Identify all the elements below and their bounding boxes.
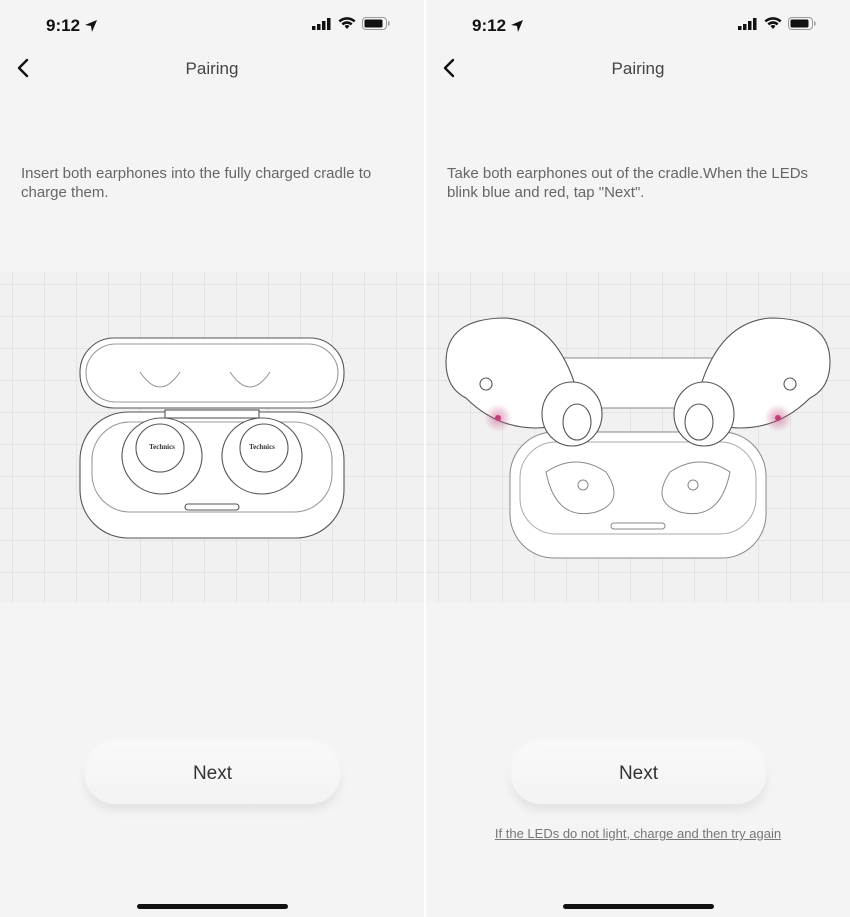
location-arrow-icon <box>511 20 524 32</box>
page-title: Pairing <box>185 59 239 78</box>
brand-label-left: Technics <box>149 443 175 451</box>
led-right <box>775 415 781 421</box>
status-icons <box>738 17 816 30</box>
next-button[interactable]: Next <box>511 744 766 804</box>
instruction-text: Insert both earphones into the fully cha… <box>21 165 372 201</box>
pairing-screen-step-1: 9:12 Pairing Insert both earphones into … <box>0 0 424 917</box>
pairing-screen-step-2: 9:12 Pairing Take both earphones out of … <box>426 0 850 917</box>
led-help-link[interactable]: If the LEDs do not light, charge and the… <box>426 826 850 841</box>
location-arrow-icon <box>85 20 98 32</box>
status-time: 9:12 <box>46 16 98 36</box>
page-title: Pairing <box>611 59 665 78</box>
home-indicator[interactable] <box>563 904 714 909</box>
earphones-in-cradle-illustration: Technics Technics <box>79 337 345 539</box>
wifi-icon <box>338 17 356 29</box>
battery-icon <box>788 17 816 30</box>
earphones-out-of-cradle-illustration <box>445 317 831 559</box>
led-left <box>495 415 501 421</box>
time-text: 9:12 <box>472 16 507 35</box>
instruction-text: Take both earphones out of the cradle.Wh… <box>447 165 809 201</box>
time-text: 9:12 <box>46 16 81 35</box>
battery-icon <box>362 17 390 30</box>
home-indicator[interactable] <box>137 904 288 909</box>
signal-icon <box>312 17 331 30</box>
signal-icon <box>738 17 757 30</box>
status-icons <box>312 17 390 30</box>
brand-label-right: Technics <box>249 443 275 451</box>
status-time: 9:12 <box>472 16 524 36</box>
wifi-icon <box>764 17 782 29</box>
next-button[interactable]: Next <box>85 744 340 804</box>
